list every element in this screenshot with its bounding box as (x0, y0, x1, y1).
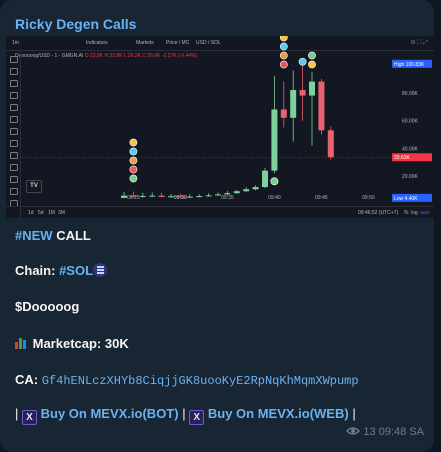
contract-line: CA: Gf4hENLczXHYb8CiqjjGK8uooKyE2RpNqKhM… (15, 372, 359, 388)
eye-icon (346, 427, 361, 435)
sol-hashtag[interactable]: #SOL (59, 263, 93, 278)
x-tick-label: 09:50 (362, 195, 375, 201)
range-1d[interactable]: 1d (28, 210, 34, 216)
range-1m[interactable]: 1M (48, 210, 55, 216)
trade-marker (129, 138, 138, 147)
ca-label: CA: (15, 372, 39, 387)
low-price-label-text: Low 4.40K (394, 196, 418, 202)
y-tick-label: 80.00K (402, 91, 419, 97)
trade-marker (298, 57, 307, 66)
y-tick-label: 20.00K (402, 174, 419, 180)
candle-body (299, 89, 306, 96)
candle-body (205, 195, 212, 197)
y-tick-label: 40.00K (402, 146, 419, 152)
y-tick-label: 60.00K (402, 119, 419, 125)
trade-marker (279, 51, 288, 60)
contract-address[interactable]: Gf4hENLczXHYb8CiqjjGK8uooKyE2RpNqKhMqmXW… (42, 374, 359, 388)
candle-body (121, 195, 127, 198)
high-price-label: High 100.83K (392, 59, 432, 68)
candlestick-plot: 80.00K60.00K40.00K20.00K09:25 09:30 09:35 0… (22, 36, 432, 202)
message-time: 09:48 SA (378, 426, 424, 438)
ticker: $Dooooog (15, 299, 80, 314)
candle-body (224, 193, 231, 195)
candle-body (215, 194, 221, 196)
candle-body (252, 187, 259, 190)
candle-body (233, 191, 240, 194)
price-chart[interactable]: 1m Indicators Markets Price / MC USD / S… (6, 36, 434, 218)
view-count: 13 (363, 426, 376, 438)
candle-body (290, 89, 297, 118)
trade-marker (129, 165, 138, 174)
buy-web-link[interactable]: Buy On MEVX.io(WEB) (208, 406, 349, 421)
high-price-label-text: High 100.83K (394, 62, 425, 68)
tradingview-logo: TV (26, 180, 42, 193)
channel-name[interactable]: Ricky Degen Calls (15, 16, 136, 32)
chart-bar-emoji (15, 337, 29, 349)
chart-clock: 09:46:52 (UTC+7) (358, 210, 399, 216)
candle-body (177, 196, 184, 198)
message-bubble: Ricky Degen Calls 1m Indicators Markets … (0, 0, 434, 452)
trade-marker (129, 147, 138, 156)
candle-body (130, 195, 137, 197)
trade-marker (270, 177, 279, 186)
candle-body (158, 195, 165, 197)
trade-marker (279, 42, 288, 51)
chain-line: Chain: #SOL (15, 263, 108, 278)
separator: | (182, 406, 186, 421)
separator: | (352, 406, 356, 421)
trade-marker (308, 51, 316, 60)
separator: | (15, 406, 19, 421)
scale-auto[interactable]: auto (420, 210, 430, 216)
buy-bot-link[interactable]: Buy On MEVX.io(BOT) (41, 406, 179, 421)
call-line: #NEW CALL (15, 228, 91, 243)
message-meta: 13 09:48 SA (346, 426, 424, 438)
trade-marker (308, 60, 316, 69)
range-5d[interactable]: 5d (38, 210, 44, 216)
x-tick-label: 09:35 (221, 195, 234, 201)
candle-body (186, 196, 193, 198)
candle-body (168, 196, 174, 198)
scale-log[interactable]: log (411, 210, 418, 216)
mevx-icon: X (189, 410, 205, 425)
candle-body (139, 195, 146, 197)
candle-body (271, 109, 278, 171)
x-tick-label: 09:40 (268, 195, 281, 201)
buy-links: | X Buy On MEVX.io(BOT) | X Buy On MEVX.… (15, 406, 356, 425)
marketcap-line: Marketcap: 30K (15, 336, 129, 351)
x-tick-label: 09:45 (315, 195, 328, 201)
chain-label: Chain: (15, 263, 56, 278)
scale-percent[interactable]: % (404, 210, 408, 216)
range-3m[interactable]: 3M (58, 210, 65, 216)
current-price-label-text: 33.63K (394, 155, 411, 161)
trade-marker (279, 60, 288, 69)
solana-icon (93, 263, 108, 277)
candle-body (262, 170, 268, 188)
candle-body (280, 109, 287, 118)
candle-body (149, 195, 156, 197)
candle-body (318, 81, 325, 131)
trade-marker (279, 36, 288, 42)
call-label: CALL (56, 228, 91, 243)
new-hashtag[interactable]: #NEW (15, 228, 53, 243)
trade-marker (129, 156, 138, 165)
candle-body (243, 189, 250, 192)
candle-body (327, 130, 334, 158)
low-price-label: Low 4.40K (392, 193, 432, 202)
current-price-label: 33.63K (392, 153, 432, 162)
candle-body (196, 196, 203, 198)
mevx-icon: X (22, 410, 38, 425)
marketcap-text: Marketcap: 30K (32, 336, 129, 351)
chart-footer: 1d 5d 1M 3M 09:46:52 (UTC+7) % log auto (6, 206, 434, 218)
trade-marker (129, 174, 138, 183)
candle-body (309, 81, 315, 96)
